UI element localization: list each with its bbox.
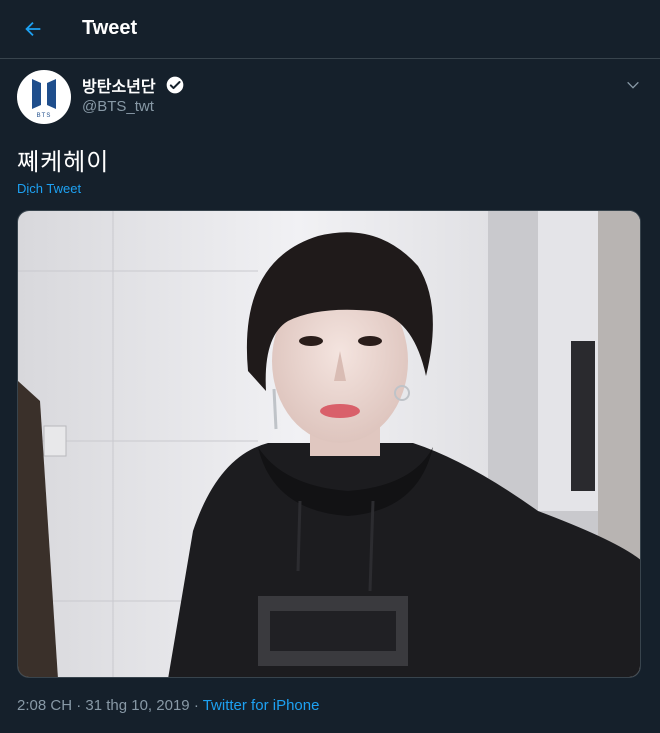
separator: · [76, 697, 82, 714]
tweet-date[interactable]: 31 thg 10, 2019 [85, 697, 189, 714]
tweet-source-link[interactable]: Twitter for iPhone [203, 697, 320, 714]
display-name[interactable]: 방탄소년단 [82, 73, 156, 97]
bts-logo-icon: BTS [32, 79, 56, 119]
back-arrow-icon [25, 21, 41, 37]
translate-tweet-link[interactable]: Dịch Tweet [17, 181, 81, 196]
tweet-metadata: 2:08 CH · 31 thg 10, 2019 · Twitter for … [17, 697, 319, 714]
page-header: Tweet [0, 0, 660, 59]
tweet-text: 쪠케헤이 [17, 149, 110, 176]
avatar[interactable]: BTS [17, 70, 71, 124]
page-title: Tweet [82, 17, 138, 39]
back-button[interactable] [16, 12, 50, 46]
selfie-photo [18, 211, 640, 677]
user-handle[interactable]: @BTS_twt [82, 98, 154, 115]
chevron-down-icon [627, 81, 639, 89]
more-options-button[interactable] [622, 74, 644, 96]
tweet-photo[interactable] [17, 210, 641, 678]
svg-text:BTS: BTS [37, 113, 52, 119]
verified-badge-icon [166, 76, 184, 94]
tweet-time: 2:08 CH [17, 697, 73, 714]
separator: · [193, 697, 199, 714]
